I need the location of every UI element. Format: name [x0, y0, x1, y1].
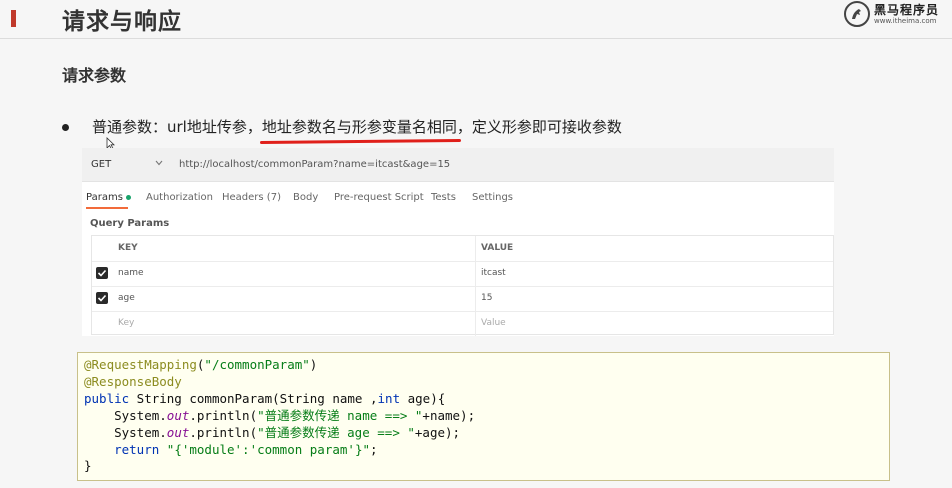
tab-tests[interactable]: Tests — [431, 192, 456, 203]
column-header-value: VALUE — [481, 243, 514, 253]
code-line-7: } — [84, 458, 92, 474]
param-key[interactable]: name — [118, 268, 144, 278]
param-checkbox[interactable] — [96, 267, 108, 279]
param-key[interactable]: age — [118, 293, 135, 303]
table-row: name itcast — [92, 261, 833, 287]
logo-name: 黑马程序员 — [874, 2, 940, 17]
checkmark-icon — [97, 294, 107, 302]
request-url-bar: GET http://localhost/commonParam?name=it… — [82, 148, 834, 182]
http-method-select[interactable]: GET — [91, 159, 111, 170]
request-url-input[interactable]: http://localhost/commonParam?name=itcast… — [179, 159, 450, 170]
query-params-table: KEY VALUE name itcast age 15 Key Value — [91, 235, 834, 336]
logo-url: www.itheima.com — [874, 16, 937, 25]
bullet-point: 普通参数：url地址传参， 地址参数名与形参变量名相同 ，定义形参即可接收参数 — [62, 116, 622, 137]
table-row-new: Key Value — [92, 311, 833, 336]
column-header-key: KEY — [118, 243, 138, 253]
bullet-text-part2: ，定义形参即可接收参数 — [456, 118, 622, 136]
section-title: 请求参数 — [62, 66, 127, 85]
param-checkbox[interactable] — [96, 292, 108, 304]
tab-authorization[interactable]: Authorization — [146, 192, 213, 203]
table-row: age 15 — [92, 286, 833, 312]
active-tab-underline — [86, 207, 128, 209]
bullet-text-part1: 普通参数：url地址传参， — [92, 118, 262, 136]
slide-title: 请求与响应 — [62, 9, 182, 35]
title-divider — [0, 38, 952, 39]
param-value[interactable]: itcast — [481, 268, 506, 278]
request-tabs: Params Authorization Headers (7) Body Pr… — [82, 190, 834, 210]
tab-pre-request-script[interactable]: Pre-request Script — [334, 192, 424, 203]
tab-settings[interactable]: Settings — [472, 192, 513, 203]
param-value[interactable]: 15 — [481, 293, 492, 303]
code-line-1: @RequestMapping("/commonParam") — [84, 357, 318, 372]
new-key-input[interactable]: Key — [118, 318, 134, 328]
code-line-3: public String commonParam(String name ,i… — [84, 390, 446, 406]
brand-logo: 黑马程序员 www.itheima.com — [844, 1, 939, 27]
java-code-block: @RequestMapping("/commonParam") @Respons… — [77, 352, 890, 481]
tab-params[interactable]: Params — [86, 192, 131, 203]
postman-request-panel: GET http://localhost/commonParam?name=it… — [82, 148, 834, 336]
horse-logo-icon — [844, 1, 870, 27]
tab-body[interactable]: Body — [293, 192, 318, 203]
slide-accent-bar — [11, 10, 16, 27]
bullet-dot-icon — [62, 123, 69, 131]
code-line-4: System.out.println("普通参数传递 name ==> "+na… — [114, 407, 476, 423]
query-params-label: Query Params — [90, 218, 170, 229]
chevron-down-icon[interactable] — [155, 160, 163, 166]
code-line-6: return "{'module':'common param'}"; — [114, 441, 378, 457]
code-line-5: System.out.println("普通参数传递 age ==> "+age… — [114, 424, 461, 440]
params-active-dot-icon — [125, 194, 131, 200]
code-line-2: @ResponseBody — [84, 373, 182, 389]
bullet-highlight: 地址参数名与形参变量名相同 — [261, 118, 457, 136]
tab-headers[interactable]: Headers (7) — [222, 192, 281, 203]
checkmark-icon — [97, 269, 107, 277]
table-header-row: KEY VALUE — [92, 236, 833, 262]
new-value-input[interactable]: Value — [481, 318, 506, 328]
